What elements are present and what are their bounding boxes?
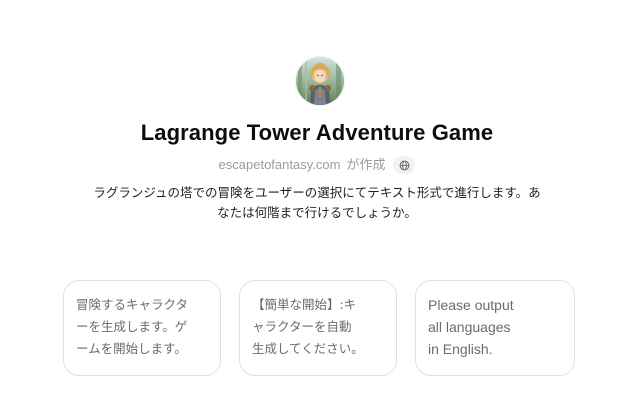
gpt-avatar	[296, 57, 344, 105]
conversation-starter-card[interactable]: 冒険するキャラクタ ーを生成します。ゲ ームを開始します。	[63, 280, 221, 376]
website-link-button[interactable]	[393, 156, 416, 174]
created-by-label: が作成	[346, 157, 386, 172]
author-domain: escapetofantasy.com	[218, 157, 341, 172]
starter-text: 【簡単な開始】:キ ャラクターを自動 生成してください。	[252, 297, 364, 356]
starter-text: Please output all languages in English.	[428, 297, 514, 357]
gpt-description: ラグランジュの塔での冒険をユーザーの選択にてテキスト形式で進行します。あなたは何…	[93, 185, 541, 220]
starter-text: 冒険するキャラクタ ーを生成します。ゲ ームを開始します。	[76, 297, 189, 356]
conversation-starters: 冒険するキャラクタ ーを生成します。ゲ ームを開始します。 【簡単な開始】:キ …	[63, 280, 576, 378]
gpt-title: Lagrange Tower Adventure Game	[140, 120, 494, 145]
conversation-starter-card[interactable]: Please output all languages in English.	[415, 280, 575, 376]
fantasy-character-avatar-icon	[296, 57, 344, 105]
conversation-starter-card[interactable]: 【簡単な開始】:キ ャラクターを自動 生成してください。	[239, 280, 397, 376]
globe-icon	[399, 160, 410, 170]
gpt-intro-page: Lagrange Tower Adventure Game escapetofa…	[0, 0, 634, 405]
gpt-byline: escapetofantasy.com が作成	[0, 155, 634, 175]
